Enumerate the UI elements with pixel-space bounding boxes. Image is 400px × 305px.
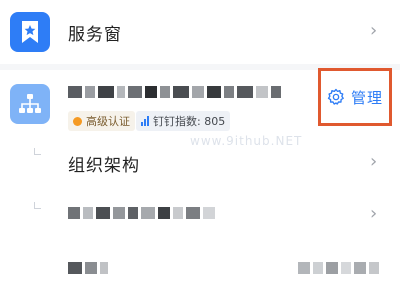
tree-connector bbox=[34, 148, 41, 155]
chevron-right-icon[interactable]: › bbox=[370, 153, 377, 171]
dingtalk-index-badge: 钉钉指数: 805 bbox=[136, 111, 231, 131]
member-info-blurred bbox=[298, 262, 379, 274]
member-name-blurred bbox=[68, 262, 108, 274]
tree-connector bbox=[34, 202, 41, 209]
gear-icon bbox=[327, 88, 344, 105]
service-window-title: 服务窗 bbox=[68, 25, 122, 45]
dingtalk-index-label: 钉钉指数: 805 bbox=[153, 115, 226, 128]
service-window-row[interactable]: 服务窗 › bbox=[0, 0, 400, 64]
certified-icon bbox=[73, 116, 82, 126]
chevron-right-icon: › bbox=[370, 20, 378, 41]
certification-badge: 高级认证 bbox=[68, 111, 135, 131]
org-chart-icon bbox=[10, 84, 50, 124]
manage-button[interactable]: 管理 bbox=[318, 68, 392, 126]
organization-name-blurred bbox=[68, 86, 281, 98]
bar-chart-icon bbox=[141, 116, 149, 126]
chevron-right-icon[interactable]: › bbox=[370, 205, 377, 223]
bookmark-star-icon bbox=[10, 12, 50, 52]
certification-label: 高级认证 bbox=[86, 115, 130, 128]
watermark: www.9ithub.NET bbox=[190, 134, 303, 148]
department-name-blurred[interactable] bbox=[68, 207, 215, 219]
org-structure-title[interactable]: 组织架构 bbox=[68, 151, 140, 176]
manage-label: 管理 bbox=[350, 88, 383, 107]
